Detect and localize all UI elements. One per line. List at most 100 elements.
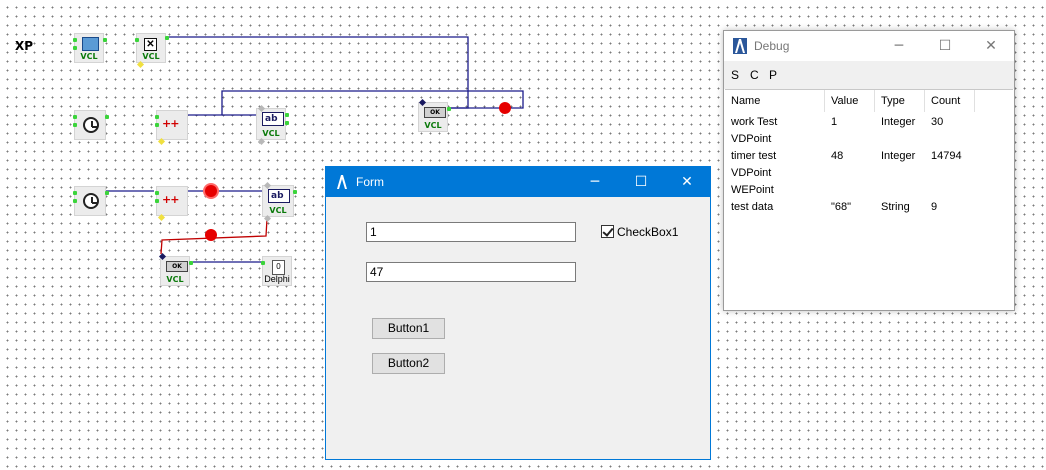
pin[interactable] [105,115,109,119]
pin[interactable] [155,123,159,127]
column-header-count[interactable]: Count [925,90,975,112]
pin[interactable] [155,115,159,119]
vcl-edit-component-1[interactable]: ab VCL [256,104,289,146]
breakpoint-dot[interactable] [205,229,217,241]
link-checkbox-to-ok[interactable] [168,36,469,109]
row-3-name: timer test [731,150,777,162]
pin[interactable] [73,46,77,50]
pin[interactable] [165,36,169,40]
row-1-count: 30 [931,116,944,128]
grid-header: Name Value Type Count [725,90,1013,112]
increment-component-1[interactable]: ++ [155,110,188,146]
vcl-label: VCL [166,275,184,284]
vcl-label: VCL [424,121,442,130]
increment-component-2[interactable]: ++ [155,186,188,222]
app-icon [335,174,349,190]
pin[interactable] [73,115,77,119]
row-6-type: String [881,201,910,213]
column-header-type[interactable]: Type [875,90,925,112]
xp-component[interactable]: XP [10,33,40,63]
vcl-label: VCL [262,129,280,138]
edit2-field[interactable]: 47 [366,262,576,282]
pin[interactable] [73,38,77,42]
plus-icon: ++ [162,117,179,130]
breakpoint-dot[interactable] [499,102,511,114]
close-button[interactable]: ✕ [664,167,710,197]
vcl-label: VCL [142,52,160,61]
timer-component-2[interactable] [73,186,109,216]
checkbox1-label[interactable]: CheckBox1 [617,225,678,239]
form-title: Form [356,175,384,189]
column-header-value[interactable]: Value [825,90,875,112]
xp-label: XP [15,39,34,53]
debug-menubar: S C P [724,61,1014,89]
pin[interactable] [135,38,139,42]
timer-component-1[interactable] [73,110,109,140]
vcl-button-component-2[interactable]: OK VCL [158,252,193,286]
ok-button-icon: OK [166,261,188,272]
pin[interactable] [285,113,289,117]
pin[interactable] [293,190,297,194]
pin[interactable] [103,38,107,42]
edit1-field[interactable]: 1 [366,222,576,242]
row-6-count: 9 [931,201,938,213]
vcl-button-component-1[interactable]: OK VCL [418,98,451,132]
pin[interactable] [155,199,159,203]
debug-window[interactable]: Debug ─ ☐ ✕ S C P Name Value Type Count … [723,30,1015,311]
delphi-component[interactable]: 0 Delphi [261,256,292,286]
vcl-checkbox-component[interactable]: ✕ VCL [135,33,169,69]
maximize-button[interactable]: ☐ [618,167,664,197]
form-titlebar[interactable]: Form ─ ☐ ✕ [326,167,710,197]
vcl-edit-component-2[interactable]: ab VCL [262,181,297,223]
pin[interactable] [73,123,77,127]
app-icon [733,38,747,54]
row-3-type: Integer [881,150,916,162]
row-6-name: test data [731,201,774,213]
pin[interactable] [105,191,109,195]
menu-item-s[interactable]: S [731,68,739,82]
pin[interactable] [155,191,159,195]
debug-grid[interactable]: Name Value Type Count work Test 1 Intege… [725,89,1013,309]
vcl-label: VCL [80,52,98,61]
pin[interactable] [285,121,289,125]
row-1-value: 1 [831,116,838,128]
minimize-button[interactable]: ─ [572,167,618,197]
ok-button-icon: OK [424,107,446,118]
column-header-name[interactable]: Name [725,90,825,112]
window-icon [82,37,99,51]
clock-icon [83,117,99,133]
button1[interactable]: Button1 [372,318,445,339]
checkbox-icon: ✕ [144,38,157,51]
row-3-count: 14794 [931,150,962,162]
edit-icon: ab [262,112,284,126]
minimize-button[interactable]: ─ [876,31,922,61]
row-5-name: WEPoint [731,184,774,196]
clock-icon [83,193,99,209]
row-1-name: work Test [731,116,778,128]
button2[interactable]: Button2 [372,353,445,374]
menu-item-c[interactable]: C [750,68,759,82]
vcl-form-component[interactable]: VCL [73,33,107,63]
maximize-button[interactable]: ☐ [922,31,968,61]
close-button[interactable]: ✕ [968,31,1014,61]
plus-icon: ++ [162,193,179,206]
checkbox1[interactable] [601,225,614,238]
menu-item-p[interactable]: P [769,68,777,82]
pin[interactable] [261,261,265,265]
delphi-label: Delphi [264,274,290,284]
debug-title: Debug [754,39,790,53]
edit-icon: ab [268,189,290,203]
vcl-label: VCL [269,206,287,215]
pin[interactable] [447,107,451,111]
delphi-icon-glyph: 0 [276,262,281,271]
row-4-name: VDPoint [731,167,772,179]
pin[interactable] [189,261,193,265]
row-1-type: Integer [881,116,916,128]
form-window[interactable]: Form ─ ☐ ✕ 1 47 CheckBox1 Button1 Button… [325,166,711,460]
pin[interactable] [73,191,77,195]
debug-titlebar[interactable]: Debug ─ ☐ ✕ [724,31,1014,61]
delphi-icon: 0 [272,260,285,275]
breakpoint-spark[interactable] [205,185,217,197]
row-3-value: 48 [831,150,844,162]
pin[interactable] [73,199,77,203]
